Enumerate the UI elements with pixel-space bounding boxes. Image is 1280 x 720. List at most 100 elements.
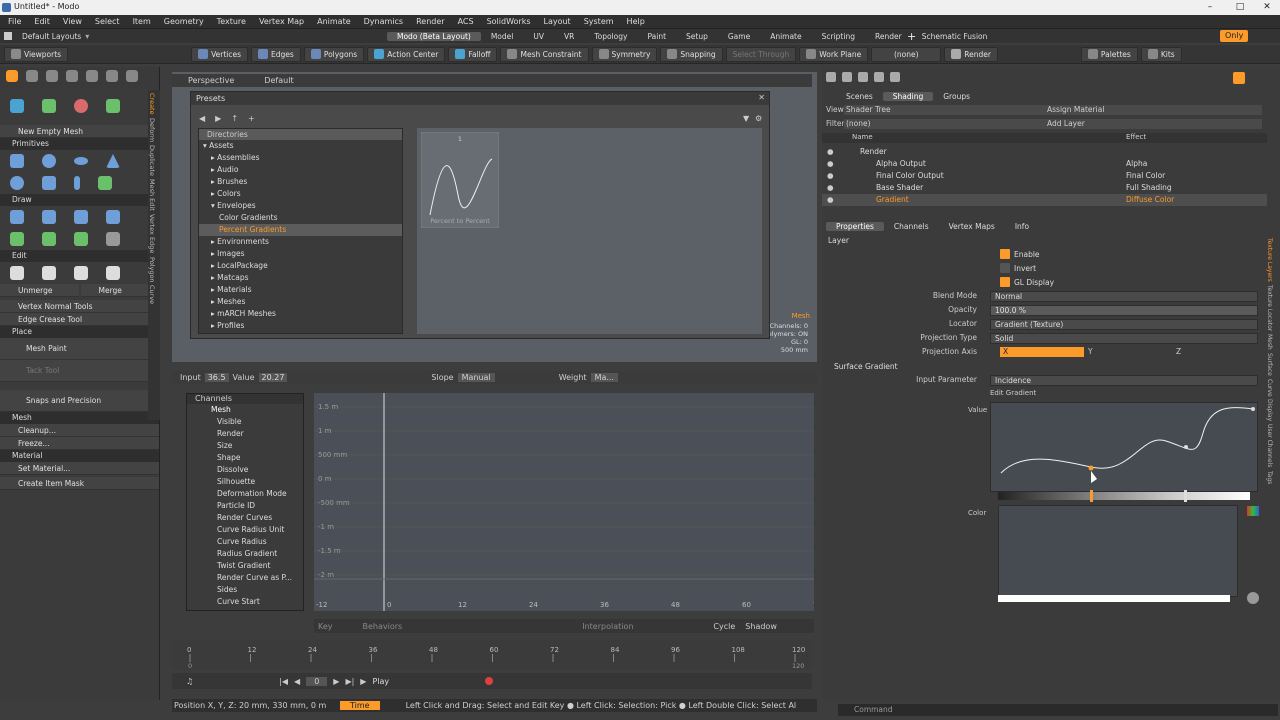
set-material-button[interactable]: Set Material... [0,462,159,475]
channel-item[interactable]: Sides [187,584,303,596]
layout-tab-modo-beta-layout-[interactable]: Modo (Beta Layout) [387,31,481,41]
layer-section[interactable]: Layer [828,236,849,245]
directory-item[interactable]: ▸ Environments [199,236,402,248]
paste-icon[interactable] [74,266,88,280]
frame-field[interactable]: 0 [306,676,328,686]
time-button[interactable]: Time [340,701,380,710]
spline-icon[interactable] [74,232,88,246]
left-tab-vertex[interactable]: Vertex [148,214,156,235]
place-section[interactable]: Place [0,326,159,338]
filter-dropdown[interactable]: (none) [844,119,1044,129]
select-through-button[interactable]: Select Through [725,46,797,62]
group-icon[interactable] [890,72,900,82]
disc-icon[interactable] [74,157,88,165]
cleanup-button[interactable]: Cleanup... [0,424,159,437]
freeze-button[interactable]: Freeze... [0,437,159,450]
create-transform-icon[interactable] [106,99,120,113]
bezier-icon[interactable] [42,232,56,246]
side-tab-curve[interactable]: Curve [1266,379,1273,397]
settings-icon[interactable]: ⚙ [755,114,762,123]
axis-z-button[interactable]: Z [1176,347,1260,357]
side-tab-mesh[interactable]: Mesh [1266,334,1273,350]
tube-icon[interactable] [106,210,120,224]
gradient-stop-selected[interactable] [1090,490,1093,502]
next-frame-icon[interactable]: ▶ [333,677,339,686]
polygons-button[interactable]: Polygons [303,46,365,62]
eye-icon[interactable]: ● [827,182,834,194]
menu-vertex-map[interactable]: Vertex Map [259,17,304,26]
left-tab-curve[interactable]: Curve [148,285,156,304]
layout-tab-model[interactable]: Model [481,32,524,41]
record-icon[interactable] [485,677,494,685]
go-end-icon[interactable]: ▶| [345,677,354,686]
layout-tab-uv[interactable]: UV [523,32,554,41]
render-preview-icon[interactable] [1233,72,1245,84]
layout-tab-game[interactable]: Game [718,32,760,41]
enable-checkbox[interactable] [1000,249,1010,259]
side-tab-display[interactable]: Display [1266,399,1273,421]
menu-geometry[interactable]: Geometry [164,17,204,26]
eye-icon[interactable]: ● [827,170,834,182]
material-section[interactable]: Material [0,450,159,462]
add-tab-icon[interactable]: + [907,30,916,43]
weight-dropdown[interactable]: Ma... [590,373,618,382]
create-locator-icon[interactable] [10,99,24,113]
timeline[interactable]: 0 12 24 36 48 60 72 84 96 108 120 0 120 [172,640,812,670]
channel-item[interactable]: Visible [187,416,303,428]
menu-render[interactable]: Render [416,17,444,26]
minimize-icon[interactable]: – [1195,0,1225,15]
preset-thumbnail[interactable]: 1 Percent to Percent [421,132,499,228]
input-field[interactable]: 36.5 [204,373,229,382]
input-parameter-dropdown[interactable]: Incidence [990,375,1258,386]
directory-item[interactable]: ▸ Profiles [199,320,402,332]
mesh-section[interactable]: Mesh [0,412,159,424]
edges-button[interactable]: Edges [251,46,301,62]
mesh-constraint-button[interactable]: Mesh Constraint [500,46,589,62]
key-button[interactable]: Key [318,622,333,631]
delete-icon[interactable] [106,266,120,280]
gradient-stop[interactable] [1184,490,1187,502]
menu-animate[interactable]: Animate [317,17,351,26]
light-icon[interactable] [858,72,868,82]
assign-material-dropdown[interactable]: Assign Material [1044,105,1262,115]
channel-item[interactable]: Curve Radius [187,536,303,548]
up-icon[interactable]: ↑ [231,114,238,123]
left-tab-deform[interactable]: Deform [148,118,156,142]
rotate-tool-icon[interactable] [46,70,58,82]
directory-item[interactable]: ▸ Assemblies [199,152,402,164]
channel-item[interactable]: Curve Radius Unit [187,524,303,536]
mesh-paint-button[interactable]: Mesh Paint [0,338,159,360]
work-plane-button[interactable]: Work Plane [799,46,869,62]
side-tab-surface[interactable]: Surface [1266,353,1273,376]
only-button[interactable]: Only [1220,30,1249,42]
locator-dropdown[interactable]: Gradient (Texture) [990,319,1258,330]
refresh-icon[interactable] [126,70,138,82]
side-tab-texture-locator[interactable]: Texture Locator [1266,285,1273,331]
channel-item[interactable]: Render Curve as P... [187,572,303,584]
shader-tree-row[interactable]: ● Final Color Output Final Color [822,170,1267,182]
scale-tool-icon[interactable] [66,70,78,82]
directory-item[interactable]: ▸ Colors [199,188,402,200]
channel-item[interactable]: Shape [187,452,303,464]
blend-mode-dropdown[interactable]: Normal [990,291,1258,302]
channel-item[interactable]: Twist Gradient [187,560,303,572]
forward-icon[interactable]: ▶ [215,114,221,123]
maximize-icon[interactable]: □ [1225,0,1255,15]
tab-info[interactable]: Info [1005,222,1039,231]
edit-section[interactable]: Edit [0,250,159,262]
cylinder-icon[interactable] [42,176,56,190]
view-dropdown[interactable]: Shader Tree [844,105,1044,115]
vertices-button[interactable]: Vertices [191,46,249,62]
channel-item[interactable]: Dissolve [187,464,303,476]
layout-tab-animate[interactable]: Animate [760,32,811,41]
tack-tool-button[interactable]: Tack Tool [0,360,159,382]
environment-icon[interactable] [874,72,884,82]
sphere-icon[interactable] [42,154,56,168]
copy-icon[interactable] [42,266,56,280]
eye-icon[interactable]: ● [827,158,834,170]
layout-tab-topology[interactable]: Topology [584,32,637,41]
menu-edit[interactable]: Edit [34,17,50,26]
filter-icon[interactable]: ▼ [743,114,749,123]
behaviors-label[interactable]: Behaviors [363,622,403,631]
sculpt-icon[interactable] [106,232,120,246]
